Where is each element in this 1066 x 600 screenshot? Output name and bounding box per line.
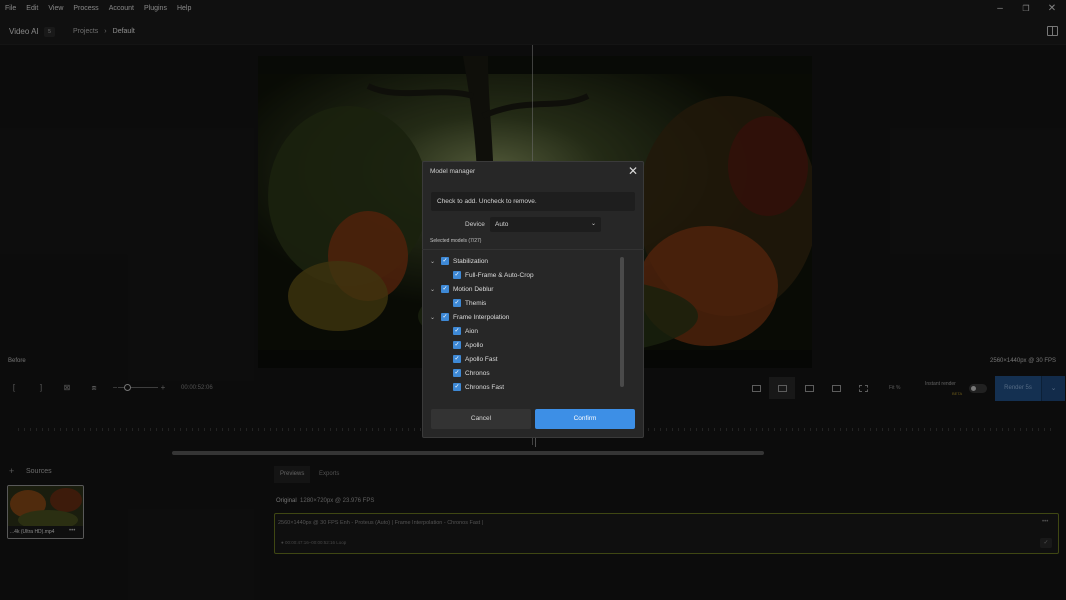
checkbox-checked-icon[interactable]: ✓: [441, 313, 449, 321]
chevron-down-icon[interactable]: ⌄: [430, 258, 437, 265]
model-label: Apollo Fast: [465, 355, 498, 363]
device-label: Device: [465, 221, 485, 228]
checkbox-checked-icon[interactable]: ✓: [453, 299, 461, 307]
confirm-button[interactable]: Confirm: [535, 409, 635, 429]
model-aion[interactable]: ✓ Aion: [453, 324, 478, 338]
group-label: Frame Interpolation: [453, 313, 510, 321]
dialog-title: Model manager: [430, 168, 476, 175]
model-list-scrollbar[interactable]: [620, 257, 624, 387]
checkbox-checked-icon[interactable]: ✓: [453, 355, 461, 363]
group-stabilization[interactable]: ⌄ ✓ Stabilization: [430, 254, 488, 268]
model-label: Chronos: [465, 369, 490, 377]
model-label: Aion: [465, 327, 479, 335]
model-label: Chronos Fast: [465, 383, 505, 391]
model-full-frame-auto-crop[interactable]: ✓ Full-Frame & Auto-Crop: [453, 268, 534, 282]
checkbox-checked-icon[interactable]: ✓: [441, 285, 449, 293]
chevron-down-icon: ⌄: [590, 221, 596, 227]
model-themis[interactable]: ✓ Themis: [453, 296, 486, 310]
divider: [422, 249, 644, 250]
chevron-down-icon[interactable]: ⌄: [430, 314, 437, 321]
group-motion-deblur[interactable]: ⌄ ✓ Motion Deblur: [430, 282, 493, 296]
checkbox-checked-icon[interactable]: ✓: [453, 383, 461, 391]
checkbox-checked-icon[interactable]: ✓: [453, 369, 461, 377]
model-label: Full-Frame & Auto-Crop: [465, 271, 534, 279]
checkbox-checked-icon[interactable]: ✓: [441, 257, 449, 265]
close-icon[interactable]: ✕: [626, 164, 640, 178]
chevron-down-icon[interactable]: ⌄: [430, 286, 437, 293]
group-frame-interpolation[interactable]: ⌄ ✓ Frame Interpolation: [430, 310, 509, 324]
checkbox-checked-icon[interactable]: ✓: [453, 327, 461, 335]
device-select[interactable]: Auto ⌄: [490, 217, 601, 232]
model-label: Apollo: [465, 341, 484, 349]
group-label: Stabilization: [453, 257, 489, 265]
selected-models-count: Selected models (7/27): [430, 238, 482, 244]
model-apollo-fast[interactable]: ✓ Apollo Fast: [453, 352, 498, 366]
dialog-hint: Check to add. Uncheck to remove.: [431, 192, 635, 211]
cancel-button[interactable]: Cancel: [431, 409, 531, 429]
model-apollo[interactable]: ✓ Apollo: [453, 338, 483, 352]
checkbox-checked-icon[interactable]: ✓: [453, 341, 461, 349]
model-label: Themis: [465, 299, 487, 307]
model-chronos[interactable]: ✓ Chronos: [453, 366, 490, 380]
checkbox-checked-icon[interactable]: ✓: [453, 271, 461, 279]
device-value: Auto: [495, 221, 509, 228]
model-chronos-fast[interactable]: ✓ Chronos Fast: [453, 380, 504, 394]
group-label: Motion Deblur: [453, 285, 494, 293]
